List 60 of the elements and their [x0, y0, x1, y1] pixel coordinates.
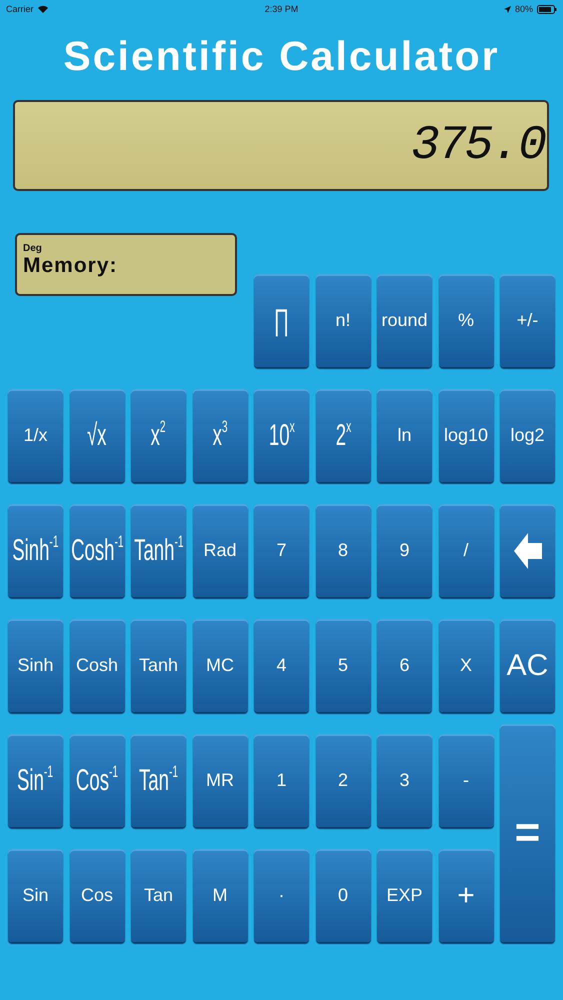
key-button[interactable]: 2	[316, 734, 370, 827]
key-button[interactable]: Sinh$^{-1}$	[8, 504, 63, 597]
key-button[interactable]: 1/x	[8, 389, 63, 482]
key-button[interactable]: /	[438, 504, 494, 597]
key-button[interactable]: %	[438, 274, 494, 367]
key-button[interactable]: 7	[254, 504, 309, 597]
key-button[interactable]: Cos$^{-1}$	[70, 734, 124, 827]
key-button[interactable]: 6	[377, 619, 432, 712]
key-button[interactable]: ln	[377, 389, 432, 482]
key-button[interactable]: 10$^{x}$	[254, 389, 309, 482]
key-button[interactable]: 8	[316, 504, 370, 597]
carrier-label: Carrier	[6, 4, 34, 14]
equals-button[interactable]: =	[500, 724, 555, 942]
key-button[interactable]: 1	[254, 734, 309, 827]
key-button[interactable]: x$^{3}$	[192, 389, 248, 482]
key-button[interactable]: Cosh$^{-1}$	[70, 504, 124, 597]
key-button[interactable]: 3	[377, 734, 432, 827]
key-button[interactable]: ·	[254, 849, 309, 942]
key-button[interactable]: Sin	[8, 849, 63, 942]
key-button[interactable]: +	[438, 849, 494, 942]
key-button[interactable]: log2	[500, 389, 555, 482]
clock: 2:39 PM	[264, 4, 298, 14]
location-icon	[504, 6, 511, 12]
key-button[interactable]: 0	[316, 849, 370, 942]
angle-mode-label: Deg	[23, 243, 42, 254]
key-button[interactable]: x$^{2}$	[131, 389, 186, 482]
key-button[interactable]: M	[192, 849, 248, 942]
key-button[interactable]: log10	[438, 389, 494, 482]
result-display: 375.0	[13, 100, 549, 191]
memory-label: Memory:	[23, 254, 118, 278]
key-button[interactable]: 5	[316, 619, 370, 712]
key-button[interactable]: Tanh$^{-1}$	[131, 504, 186, 597]
key-button[interactable]: Tan	[131, 849, 186, 942]
key-button[interactable]: Cos	[70, 849, 124, 942]
left-arrow-icon	[514, 532, 542, 568]
key-button[interactable]: 2$^{x}$	[316, 389, 370, 482]
key-button[interactable]: Tan$^{-1}$	[131, 734, 186, 827]
battery-percent: 80%	[514, 4, 533, 14]
key-button[interactable]: Sin$^{-1}$	[8, 734, 63, 827]
key-button[interactable]: √x	[70, 389, 124, 482]
key-button[interactable]: AC	[500, 619, 555, 712]
key-button[interactable]: +/-	[500, 274, 555, 367]
app-title: Scientific Calculator	[63, 32, 500, 80]
key-button[interactable]: 4	[254, 619, 309, 712]
backspace-button[interactable]	[500, 504, 555, 597]
key-button[interactable]: MR	[192, 734, 248, 827]
key-button[interactable]: X	[438, 619, 494, 712]
wifi-icon	[38, 5, 48, 13]
key-button[interactable]: MC	[192, 619, 248, 712]
key-button[interactable]: Rad	[192, 504, 248, 597]
key-button[interactable]: ∏	[254, 274, 309, 367]
key-button[interactable]: 9	[377, 504, 432, 597]
key-button[interactable]: round	[377, 274, 432, 367]
key-button[interactable]: Sinh	[8, 619, 63, 712]
battery-icon	[537, 4, 557, 14]
key-button[interactable]: Tanh	[131, 619, 186, 712]
key-button[interactable]: Cosh	[70, 619, 124, 712]
key-button[interactable]: EXP	[377, 849, 432, 942]
key-button[interactable]: -	[438, 734, 494, 827]
key-button[interactable]: n!	[316, 274, 370, 367]
